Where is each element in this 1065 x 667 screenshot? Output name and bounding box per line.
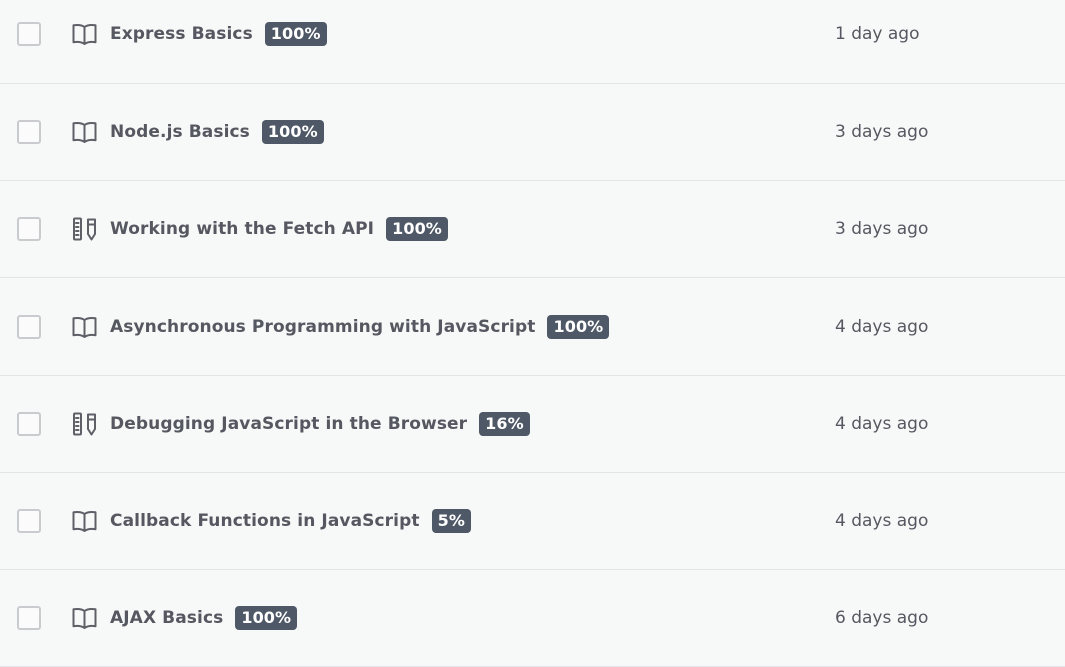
course-title[interactable]: Debugging JavaScript in the Browser 16%: [110, 412, 530, 436]
list-item[interactable]: AJAX Basics 100% 6 days ago: [0, 570, 1065, 667]
checkbox[interactable]: [17, 606, 41, 630]
timestamp: 1 day ago: [835, 24, 920, 44]
course-title[interactable]: Express Basics 100%: [110, 22, 327, 46]
book-icon: [72, 315, 97, 339]
book-icon: [72, 22, 97, 46]
timestamp: 4 days ago: [835, 317, 929, 337]
progress-badge: 100%: [386, 217, 448, 241]
progress-badge: 100%: [547, 315, 610, 339]
progress-badge: 100%: [261, 120, 324, 144]
course-title[interactable]: Working with the Fetch API 100%: [110, 217, 448, 241]
list-item[interactable]: Express Basics 100% 1 day ago: [0, 0, 1065, 84]
list-item[interactable]: Debugging JavaScript in the Browser 16% 4…: [0, 376, 1065, 473]
book-icon: [72, 509, 97, 533]
checkbox[interactable]: [17, 120, 41, 144]
course-title[interactable]: Asynchronous Programming with JavaScript…: [110, 315, 610, 339]
list-item[interactable]: Asynchronous Programming with JavaScript…: [0, 278, 1065, 376]
checkbox[interactable]: [17, 412, 41, 436]
progress-badge: 16%: [479, 412, 530, 436]
progress-badge: 100%: [235, 606, 298, 630]
book-icon: [72, 120, 97, 144]
tools-icon: [72, 412, 97, 436]
progress-badge: 5%: [431, 509, 471, 533]
tools-icon: [72, 217, 97, 241]
book-icon: [72, 606, 97, 630]
checkbox[interactable]: [17, 22, 41, 46]
list-item[interactable]: Callback Functions in JavaScript 5% 4 day…: [0, 473, 1065, 570]
progress-badge: 100%: [264, 22, 327, 46]
checkbox[interactable]: [17, 217, 41, 241]
course-title[interactable]: Node.js Basics 100%: [110, 120, 324, 144]
course-title[interactable]: Callback Functions in JavaScript 5%: [110, 509, 471, 533]
timestamp: 4 days ago: [835, 511, 929, 531]
checkbox[interactable]: [17, 509, 41, 533]
timestamp: 6 days ago: [835, 608, 929, 628]
course-title[interactable]: AJAX Basics 100%: [110, 606, 298, 630]
timestamp: 4 days ago: [835, 414, 929, 434]
course-list: Express Basics 100% 1 day ago Node.js Bas…: [0, 0, 1065, 667]
list-item[interactable]: Node.js Basics 100% 3 days ago: [0, 84, 1065, 181]
checkbox[interactable]: [17, 315, 41, 339]
timestamp: 3 days ago: [835, 219, 929, 239]
timestamp: 3 days ago: [835, 122, 929, 142]
list-item[interactable]: Working with the Fetch API 100% 3 days ag…: [0, 181, 1065, 278]
